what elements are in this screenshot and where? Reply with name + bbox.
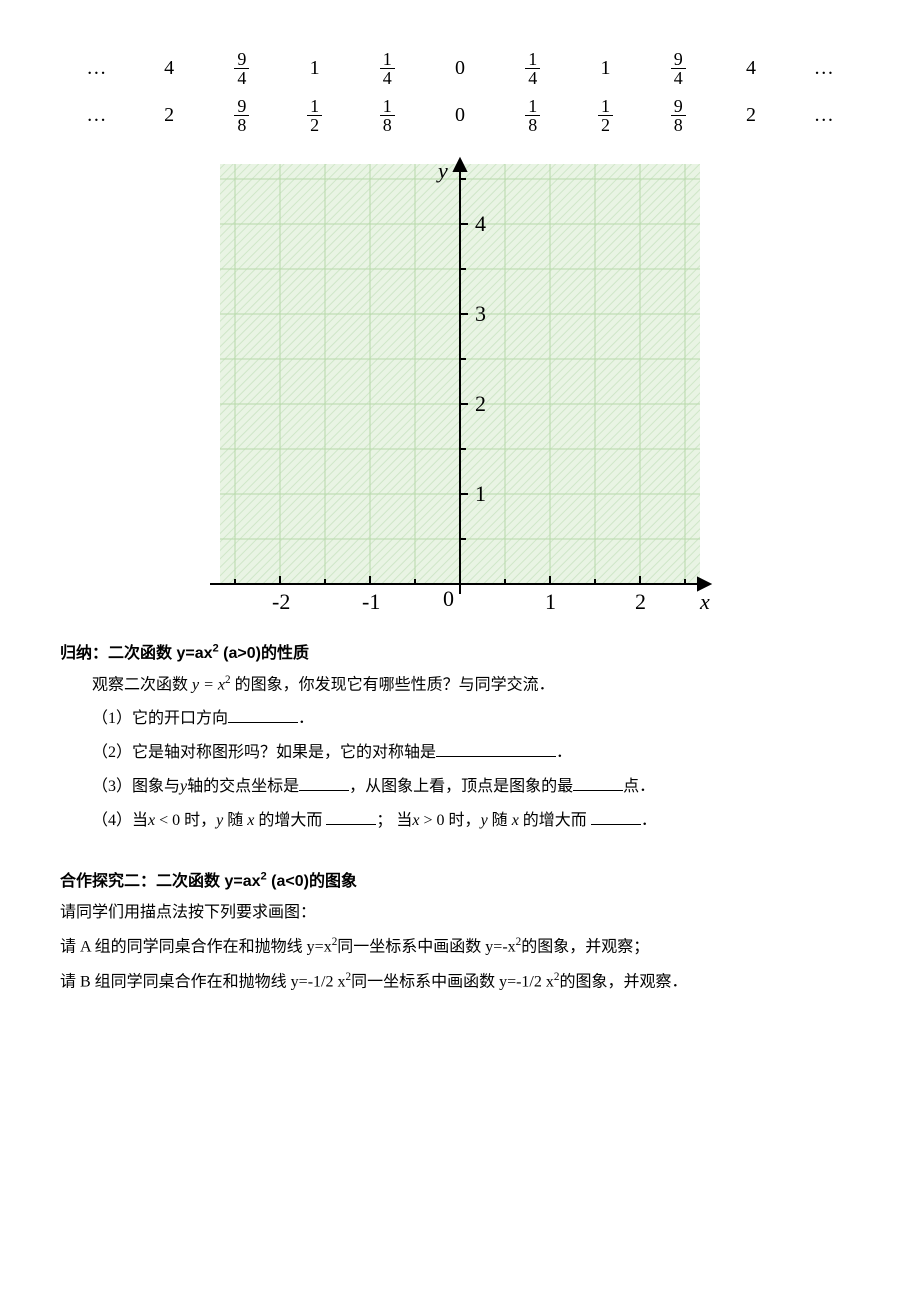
svg-text:-1: -1: [362, 589, 380, 614]
section1-title: 归纳：二次函数 y=ax2 (a>0)的性质: [60, 639, 860, 663]
section2-line3: 请 B 组同学同桌合作在和抛物线 y=-1/2 x2同一坐标系中画函数 y=-1…: [60, 966, 860, 998]
question-2: （2）它是轴对称图形吗？如果是，它的对称轴是．: [60, 737, 860, 769]
svg-text:4: 4: [475, 211, 486, 236]
svg-text:0: 0: [443, 586, 454, 611]
blank-input[interactable]: [228, 706, 298, 723]
y-axis-label: y: [436, 158, 448, 183]
x-axis-label: x: [699, 589, 710, 614]
svg-text:3: 3: [475, 301, 486, 326]
coordinate-graph: y x 0 -2 -1 1 2 1 2 3 4: [60, 154, 860, 624]
value-table: …4941140141944… …298121801812982…: [60, 50, 860, 134]
blank-input[interactable]: [299, 774, 349, 791]
table-row: …4941140141944…: [60, 50, 860, 87]
svg-text:2: 2: [635, 589, 646, 614]
section2-line1: 请同学们用描点法按下列要求画图：: [60, 897, 860, 929]
blank-input[interactable]: [436, 740, 556, 757]
svg-text:1: 1: [475, 481, 486, 506]
blank-input[interactable]: [573, 774, 623, 791]
table-row: …298121801812982…: [60, 97, 860, 134]
svg-text:2: 2: [475, 391, 486, 416]
blank-input[interactable]: [326, 808, 376, 825]
svg-text:1: 1: [545, 589, 556, 614]
section1-intro: 观察二次函数 y = x2 的图象，你发现它有哪些性质？与同学交流．: [60, 669, 860, 701]
section2-line2: 请 A 组的同学同桌合作在和抛物线 y=x2同一坐标系中画函数 y=-x2的图象…: [60, 931, 860, 963]
question-3: （3）图象与y轴的交点坐标是，从图象上看，顶点是图象的最点．: [60, 771, 860, 803]
question-4: （4）当x < 0 时，y 随 x 的增大而 ； 当x > 0 时，y 随 x …: [60, 805, 860, 837]
svg-text:-2: -2: [272, 589, 290, 614]
question-1: （1）它的开口方向．: [60, 703, 860, 735]
section2-title: 合作探究二：二次函数 y=ax2 (a<0)的图象: [60, 867, 860, 891]
blank-input[interactable]: [591, 808, 641, 825]
